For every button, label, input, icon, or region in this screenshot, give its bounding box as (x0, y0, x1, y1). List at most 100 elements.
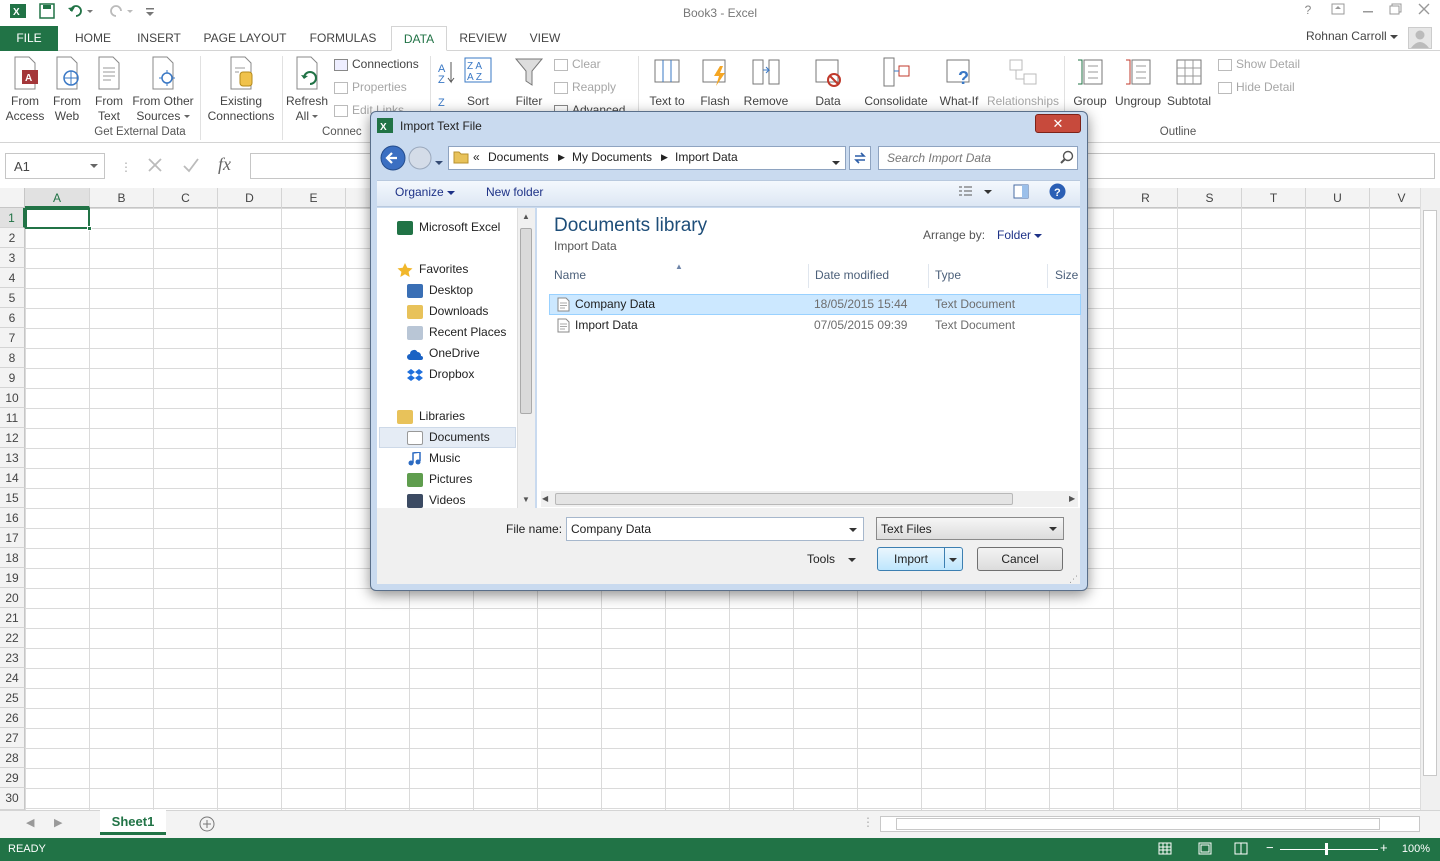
sort-az-icon[interactable]: AZZ (436, 58, 458, 118)
row-header[interactable]: 30 (0, 788, 25, 810)
avatar[interactable] (1408, 27, 1432, 49)
row-header[interactable]: 5 (0, 288, 25, 308)
tab-split-handle-icon[interactable]: ⋮ (862, 815, 874, 829)
tab-file[interactable]: FILE (0, 26, 58, 51)
row-header[interactable]: 16 (0, 508, 25, 528)
tab-view[interactable]: VIEW (520, 26, 570, 51)
column-header-type[interactable]: Type (935, 268, 961, 282)
chevron-down-icon[interactable] (949, 557, 957, 562)
address-dropdown-icon[interactable] (832, 155, 840, 169)
help-icon[interactable]: ? (1049, 183, 1066, 203)
text-to-columns-button[interactable]: Text to (642, 56, 692, 109)
consolidate-button[interactable]: Consolidate (860, 56, 932, 109)
clear-button[interactable]: Clear (554, 55, 601, 73)
flash-fill-button[interactable]: Flash (694, 56, 736, 109)
scroll-down-icon[interactable]: ▼ (522, 495, 530, 504)
import-button[interactable]: Import (877, 547, 963, 571)
row-header[interactable]: 15 (0, 488, 25, 508)
row-header[interactable]: 17 (0, 528, 25, 548)
preview-pane-icon[interactable] (1013, 184, 1029, 202)
breadcrumb-documents[interactable]: Documents (488, 150, 549, 164)
row-header[interactable]: 8 (0, 348, 25, 368)
zoom-slider-handle[interactable] (1325, 843, 1328, 855)
breadcrumb-overflow[interactable]: « (473, 150, 480, 164)
column-header[interactable]: S (1178, 188, 1242, 208)
row-header[interactable]: 14 (0, 468, 25, 488)
forward-button[interactable] (408, 146, 432, 173)
column-header[interactable]: B (90, 188, 154, 208)
cancel-button[interactable]: Cancel (977, 547, 1063, 571)
row-header[interactable]: 27 (0, 728, 25, 748)
nav-item-desktop[interactable]: Desktop (407, 280, 473, 301)
name-box[interactable]: A1 (5, 153, 105, 179)
sheet-tab[interactable]: Sheet1 (100, 810, 166, 835)
tab-formulas[interactable]: FORMULAS (302, 26, 384, 51)
row-header[interactable]: 11 (0, 408, 25, 428)
column-header-date[interactable]: Date modified (815, 268, 889, 282)
recent-locations-icon[interactable] (435, 155, 443, 169)
row-header[interactable]: 6 (0, 308, 25, 328)
page-break-view-icon[interactable] (1234, 842, 1248, 858)
undo-icon[interactable] (66, 3, 96, 23)
back-button[interactable] (380, 145, 406, 174)
tools-button[interactable]: Tools (807, 552, 857, 566)
breadcrumb-my-documents[interactable]: My Documents (572, 150, 652, 164)
column-header-size[interactable]: Size (1055, 268, 1078, 282)
row-header[interactable]: 13 (0, 448, 25, 468)
row-header[interactable]: 20 (0, 588, 25, 608)
search-input[interactable]: Search Import Data (878, 146, 1078, 170)
column-header[interactable]: C (154, 188, 218, 208)
from-web-button[interactable]: From Web (48, 56, 86, 124)
fill-handle[interactable] (87, 226, 92, 231)
redo-icon[interactable] (106, 3, 136, 23)
column-header[interactable]: R (1114, 188, 1178, 208)
nav-item-recent-places[interactable]: Recent Places (407, 322, 506, 343)
nav-item-documents[interactable]: Documents (407, 427, 490, 448)
subtotal-button[interactable]: Subtotal (1164, 56, 1214, 109)
column-header-name[interactable]: Name (554, 268, 586, 282)
row-header[interactable]: 18 (0, 548, 25, 568)
from-access-button[interactable]: A From Access (4, 56, 46, 124)
breadcrumb-import-data[interactable]: Import Data (675, 150, 738, 164)
what-if-analysis-button[interactable]: ? What-If (934, 56, 984, 109)
row-header[interactable]: 1 (0, 208, 25, 228)
from-other-sources-button[interactable]: From Other Sources (130, 56, 196, 124)
row-header[interactable]: 12 (0, 428, 25, 448)
column-header[interactable]: T (1242, 188, 1306, 208)
normal-view-icon[interactable] (1158, 842, 1172, 858)
show-detail-button[interactable]: Show Detail (1218, 55, 1300, 73)
arrange-by-dropdown[interactable]: Folder (997, 228, 1043, 242)
scroll-sheets-left-icon[interactable]: ◀ (26, 816, 34, 829)
nav-item-libraries[interactable]: Libraries (397, 406, 465, 427)
group-button[interactable]: Group (1068, 56, 1112, 109)
maximize-icon[interactable] (1384, 3, 1408, 21)
help-icon[interactable]: ? (1296, 3, 1320, 21)
row-header[interactable]: 4 (0, 268, 25, 288)
column-header[interactable]: E (282, 188, 346, 208)
row-header[interactable]: 3 (0, 248, 25, 268)
minimize-icon[interactable] (1356, 3, 1380, 21)
column-header[interactable]: D (218, 188, 282, 208)
tab-data[interactable]: DATA (391, 26, 447, 51)
ribbon-display-icon[interactable] (1326, 3, 1350, 21)
row-header[interactable]: 9 (0, 368, 25, 388)
refresh-all-button[interactable]: Refresh All (284, 56, 330, 124)
tab-page-layout[interactable]: PAGE LAYOUT (198, 26, 292, 51)
from-text-button[interactable]: From Text (90, 56, 128, 124)
new-sheet-icon[interactable] (198, 815, 216, 836)
row-header[interactable]: 19 (0, 568, 25, 588)
zoom-level[interactable]: 100% (1402, 843, 1430, 855)
nav-item-microsoft-excel[interactable]: Microsoft Excel (397, 217, 500, 238)
relationships-button[interactable]: Relationships (986, 56, 1060, 109)
zoom-slider[interactable] (1280, 849, 1378, 850)
tab-insert[interactable]: INSERT (130, 26, 188, 51)
ungroup-button[interactable]: Ungroup (1112, 56, 1164, 109)
scroll-up-icon[interactable]: ▲ (522, 212, 530, 221)
customize-qat-icon[interactable] (144, 3, 156, 23)
vertical-scroll-thumb[interactable] (1423, 210, 1437, 776)
nav-item-downloads[interactable]: Downloads (407, 301, 488, 322)
nav-scroll-thumb[interactable] (520, 228, 532, 414)
user-account[interactable]: Rohnan Carroll (1306, 29, 1398, 43)
page-layout-view-icon[interactable] (1198, 842, 1212, 858)
file-name-input[interactable]: Company Data (566, 517, 864, 541)
